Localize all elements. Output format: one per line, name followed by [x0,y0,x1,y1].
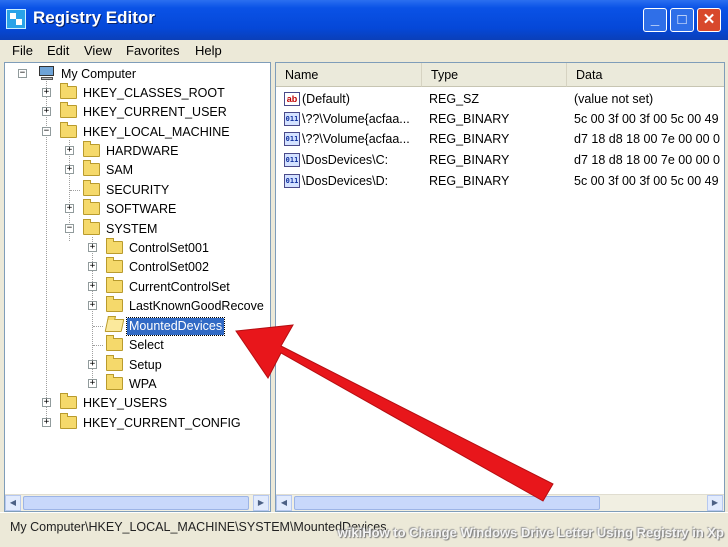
annotation-arrow-icon [235,324,554,502]
